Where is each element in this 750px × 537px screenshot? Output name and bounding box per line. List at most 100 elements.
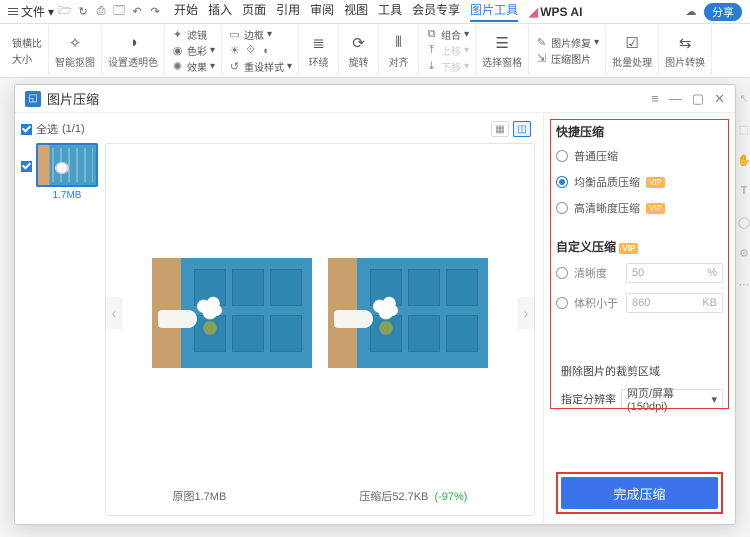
misc-icon[interactable]: ⟐ — [244, 44, 257, 57]
thumbnail-image[interactable] — [36, 143, 98, 187]
thumbnail-item[interactable]: 1.7MB — [21, 143, 99, 201]
cloud-icon[interactable]: ☁ — [684, 5, 698, 19]
menu-icon[interactable]: ≡ — [651, 91, 659, 107]
radio-clear[interactable] — [556, 202, 568, 214]
ribbon-effect[interactable]: ✺效果▾ — [171, 59, 215, 75]
tab-start[interactable]: 开始 — [174, 1, 198, 22]
thumbnail-checkbox[interactable] — [21, 161, 32, 172]
ribbon-align[interactable]: ⫴对齐 — [379, 26, 419, 75]
view-compare-button[interactable]: ◫ — [513, 121, 531, 137]
tab-tools[interactable]: 工具 — [378, 1, 402, 22]
wps-ai-button[interactable]: ◢ WPS AI — [528, 4, 582, 20]
ribbon-compress[interactable]: ⇲压缩图片 — [535, 51, 591, 67]
shape-icon[interactable]: ◯ — [738, 216, 750, 229]
option-clear[interactable]: 高清晰度压缩 VIP — [556, 200, 723, 216]
compressed-image — [328, 258, 488, 368]
print-icon[interactable]: ⎙ — [94, 5, 108, 19]
tab-member[interactable]: 会员专享 — [412, 1, 460, 22]
more-icon[interactable]: ⋯ — [739, 278, 750, 291]
ribbon-wrap[interactable]: ≣环绕 — [299, 26, 339, 75]
reset-icon: ↺ — [228, 60, 241, 73]
preview-labels: 原图1.7MB 压缩后52.7KB (-97%) — [106, 481, 534, 515]
tab-picture-tools[interactable]: 图片工具 — [470, 1, 518, 22]
radio-normal[interactable] — [556, 150, 568, 162]
delete-crop-checkbox-row[interactable]: 删除图片的裁剪区域 — [556, 363, 723, 379]
original-label: 原图1.7MB — [173, 488, 227, 504]
select-all-checkbox[interactable] — [21, 124, 32, 135]
ribbon-filter-group: ✦滤镜 ◉色彩▾ ✺效果▾ — [165, 26, 222, 75]
open-folder-icon[interactable]: 🗁 — [58, 5, 72, 19]
dpi-select[interactable]: 网页/屏幕(150dpi) ▾ — [621, 389, 723, 409]
clarity-input[interactable]: 50 % — [626, 263, 723, 283]
preview-icon[interactable]: 🗔 — [112, 5, 126, 19]
minimize-icon[interactable]: — — [669, 91, 682, 107]
ribbon-color[interactable]: ◉色彩▾ — [171, 43, 215, 59]
share-button[interactable]: 分享 — [704, 3, 742, 21]
tab-review[interactable]: 审阅 — [310, 1, 334, 22]
filter-icon: ✦ — [171, 28, 184, 41]
maximize-icon[interactable]: ▢ — [692, 91, 704, 107]
save-icon[interactable]: ↻ — [76, 5, 90, 19]
radio-clarity[interactable] — [556, 267, 568, 279]
size-input[interactable]: 860 KB — [626, 293, 723, 313]
settings-icon[interactable]: ⚙ — [739, 247, 749, 260]
tab-view[interactable]: 视图 — [344, 1, 368, 22]
ribbon-reset[interactable]: ↺重设样式▾ — [228, 59, 292, 75]
wrap-icon: ≣ — [309, 33, 329, 53]
ribbon-convert[interactable]: ⇆图片转换 — [659, 26, 712, 75]
quick-compress-title: 快捷压缩 — [556, 123, 723, 140]
thumbnail-size: 1.7MB — [36, 190, 98, 201]
ribbon-group-btn[interactable]: ⧉组合▾ — [425, 27, 469, 43]
text-icon[interactable]: 𝐓 — [740, 185, 747, 198]
confirm-compress-button[interactable]: 完成压缩 — [561, 477, 718, 509]
repair-icon: ✎ — [535, 36, 548, 49]
view-grid-button[interactable]: ▦ — [491, 121, 509, 137]
option-normal[interactable]: 普通压缩 — [556, 148, 723, 164]
select-all-row[interactable]: 全选 (1/1) — [21, 121, 99, 137]
ribbon-batch[interactable]: ☑批量处理 — [606, 26, 659, 75]
select-count: (1/1) — [62, 123, 85, 135]
file-menu[interactable]: 文件 ▾ — [8, 3, 54, 20]
redo-icon[interactable]: ↷ — [148, 5, 162, 19]
dialog-body: 全选 (1/1) 1.7MB ▦ ◫ ‹ — [15, 113, 735, 524]
ribbon-rotate[interactable]: ⟳旋转 — [339, 26, 379, 75]
ribbon-repair[interactable]: ✎图片修复▾ — [535, 35, 599, 51]
confirm-highlight: 完成压缩 — [556, 472, 723, 514]
side-toolstrip: ↖ ⬚ ✋ 𝐓 ◯ ⚙ ⋯ — [738, 84, 750, 525]
select-icon[interactable]: ⬚ — [739, 123, 749, 136]
ribbon-bottom: ⤓下移▾ — [425, 59, 469, 75]
option-balance[interactable]: 均衡品质压缩 VIP — [556, 174, 723, 190]
sun-icon[interactable]: ☀ — [228, 44, 241, 57]
tab-page[interactable]: 页面 — [242, 1, 266, 22]
tab-insert[interactable]: 插入 — [208, 1, 232, 22]
prev-image-button[interactable]: ‹ — [106, 297, 122, 329]
size-label: 大小 — [12, 51, 32, 66]
lock-ratio-label: 锁横比 — [12, 35, 42, 50]
topbar-right: ☁ 分享 — [684, 3, 742, 21]
smart-crop-icon: ✧ — [65, 33, 85, 53]
close-icon[interactable]: ✕ — [714, 91, 725, 107]
contrast-icon[interactable]: ◐ — [260, 44, 273, 57]
ribbon-selection-pane[interactable]: ☰选择窗格 — [476, 26, 529, 75]
next-image-button[interactable]: › — [518, 297, 534, 329]
size-under-label: 体积小于 — [574, 295, 620, 311]
vip-badge: VIP — [646, 203, 665, 214]
radio-size[interactable] — [556, 297, 568, 309]
reduction-percent: (-97%) — [434, 491, 467, 503]
preview-view-toggle: ▦ ◫ — [105, 121, 535, 139]
ribbon-top: ⤒上移▾ — [425, 43, 469, 59]
color-icon: ◉ — [171, 44, 184, 57]
undo-icon[interactable]: ↶ — [130, 5, 144, 19]
dpi-checkbox-row[interactable]: 指定分辨率 网页/屏幕(150dpi) ▾ — [556, 389, 723, 409]
custom-compress-title: 自定义压缩 VIP — [556, 238, 723, 255]
ribbon-border[interactable]: ▭边框▾ — [228, 27, 272, 43]
tab-reference[interactable]: 引用 — [276, 1, 300, 22]
radio-balance[interactable] — [556, 176, 568, 188]
cursor-icon[interactable]: ↖ — [739, 92, 748, 105]
options-pane: 快捷压缩 普通压缩 均衡品质压缩 VIP 高清晰度压缩 VIP 自定义压缩 VI… — [543, 113, 735, 524]
hand-icon[interactable]: ✋ — [737, 154, 750, 167]
ribbon-transparency[interactable]: ◑设置透明色 — [102, 26, 165, 75]
ribbon-smart-crop[interactable]: ✧智能抠图 — [49, 26, 102, 75]
ribbon-filter[interactable]: ✦滤镜 — [171, 27, 207, 43]
after-label: 压缩后52.7KB (-97%) — [359, 488, 467, 504]
